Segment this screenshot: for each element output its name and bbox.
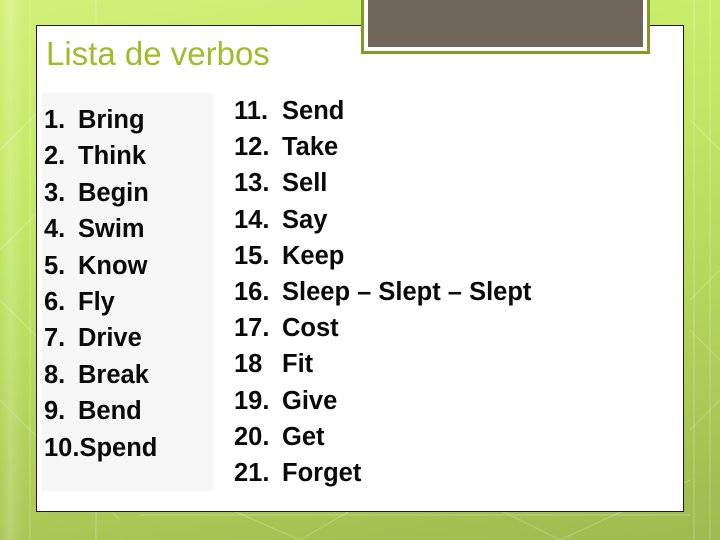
list-item: 5. Know — [44, 248, 224, 284]
list-item-word: Know — [78, 251, 148, 280]
list-item: 8. Break — [44, 357, 224, 393]
list-item-number: 14. — [234, 205, 270, 234]
list-item-word: Keep — [282, 241, 345, 270]
verb-list-left: 1. Bring 2. Think 3. Begin 4. Swim 5. Kn… — [44, 102, 224, 466]
list-item-word: Think — [78, 142, 146, 171]
list-item-word: Drive — [78, 324, 142, 353]
list-item-word: Break — [78, 360, 149, 389]
list-item-number: 9. — [44, 397, 66, 426]
list-item: 13. Sell — [234, 165, 654, 201]
list-item-number: 17. — [234, 314, 270, 343]
list-item-word: Spend — [79, 433, 158, 462]
list-item-number: 15. — [234, 241, 270, 270]
list-item-number: 1. — [44, 106, 66, 134]
list-item-number: 20. — [234, 422, 270, 451]
list-item-number: 5. — [44, 251, 66, 280]
list-item: 17. Cost — [234, 310, 654, 346]
list-item-number: 12. — [234, 133, 270, 162]
list-item: 2. Think — [44, 138, 224, 174]
list-item-word: Say — [282, 205, 328, 234]
list-item: 1. Bring — [44, 102, 224, 138]
list-item: 16. Sleep – Slept – Slept — [234, 274, 654, 310]
page-title: Lista de verbos — [46, 35, 270, 72]
list-item: 21. Forget — [234, 455, 654, 491]
list-item-word: Give — [282, 386, 338, 415]
list-item-number: 2. — [44, 142, 66, 171]
list-item: 6. Fly — [44, 284, 224, 320]
list-item: 10. Spend — [44, 430, 224, 466]
list-item-word: Fly — [78, 288, 115, 317]
list-item: 9. Bend — [44, 393, 224, 429]
list-item: 15. Keep — [234, 238, 654, 274]
list-item: 12. Take — [234, 129, 654, 165]
list-item-number: 11. — [234, 97, 269, 125]
slide: Lista de verbos 1. Bring 2. Think 3. Beg… — [0, 0, 720, 540]
list-item: 19. Give — [234, 383, 654, 419]
list-item-number: 10. — [44, 433, 80, 462]
list-item-number: 4. — [44, 215, 66, 244]
list-item: 7. Drive — [44, 320, 224, 356]
list-item-word: Forget — [282, 459, 362, 488]
list-item: 4. Swim — [44, 211, 224, 247]
list-item: 11. Send — [234, 93, 654, 129]
list-item-word: Swim — [78, 215, 145, 244]
list-item-number: 7. — [44, 324, 66, 353]
list-item: 18 Fit — [234, 346, 654, 382]
list-item-number: 19. — [234, 386, 270, 415]
picture-fill — [368, 0, 643, 47]
list-item-word: Send — [282, 97, 345, 125]
list-item-number: 3. — [44, 178, 66, 207]
list-item-number: 21. — [234, 459, 270, 488]
list-item-word: Bring — [78, 106, 145, 134]
list-item-word: Take — [282, 133, 339, 162]
list-item-word: Fit — [282, 350, 314, 379]
list-item-number: 6. — [44, 288, 66, 317]
list-item: 20. Get — [234, 419, 654, 455]
list-item-number: 16. — [234, 278, 270, 307]
list-item-word: Cost — [282, 314, 339, 343]
list-item-word: Sleep – Slept – Slept — [282, 278, 532, 307]
list-item-word: Get — [282, 422, 325, 451]
list-item-number: 8. — [44, 360, 66, 389]
picture-placeholder — [361, 0, 650, 54]
verb-list-right: 11. Send 12. Take 13. Sell 14. Say 15. K… — [234, 93, 654, 491]
list-item-number: 13. — [234, 169, 270, 198]
list-item: 3. Begin — [44, 175, 224, 211]
list-item-word: Sell — [282, 169, 328, 198]
list-item-word: Begin — [78, 178, 149, 207]
list-item: 14. Say — [234, 202, 654, 238]
list-item-number: 18 — [234, 350, 263, 379]
list-item-word: Bend — [78, 397, 142, 426]
